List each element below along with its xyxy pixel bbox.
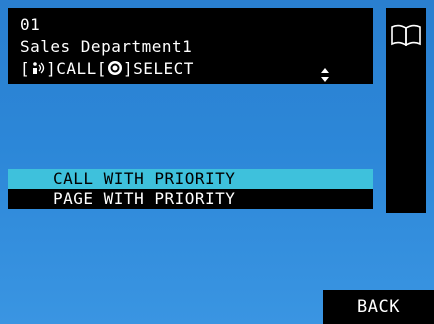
select-instruction: ]SELECT <box>122 59 194 78</box>
menu-item-page-with-priority[interactable]: PAGE WITH PRIORITY <box>8 189 373 209</box>
up-down-arrows-icon <box>321 68 329 82</box>
bracket-open: [ <box>20 59 31 78</box>
intercom-wave-icon <box>33 62 45 74</box>
menu-list: CALL WITH PRIORITY PAGE WITH PRIORITY <box>8 169 373 209</box>
call-instruction: ]CALL[ <box>46 59 107 78</box>
back-button[interactable]: BACK <box>323 290 434 324</box>
station-info-panel: 01 Sales Department1 [ ]CALL[ ]SELECT <box>8 8 373 84</box>
station-number: 01 <box>20 15 41 34</box>
side-panel <box>386 8 426 213</box>
station-name: Sales Department1 <box>20 37 193 56</box>
book-icon[interactable] <box>390 24 422 46</box>
intercom-screen: 01 Sales Department1 [ ]CALL[ ]SELECT CA… <box>0 0 434 324</box>
menu-item-call-with-priority[interactable]: CALL WITH PRIORITY <box>8 169 373 189</box>
target-dial-icon <box>107 61 122 75</box>
